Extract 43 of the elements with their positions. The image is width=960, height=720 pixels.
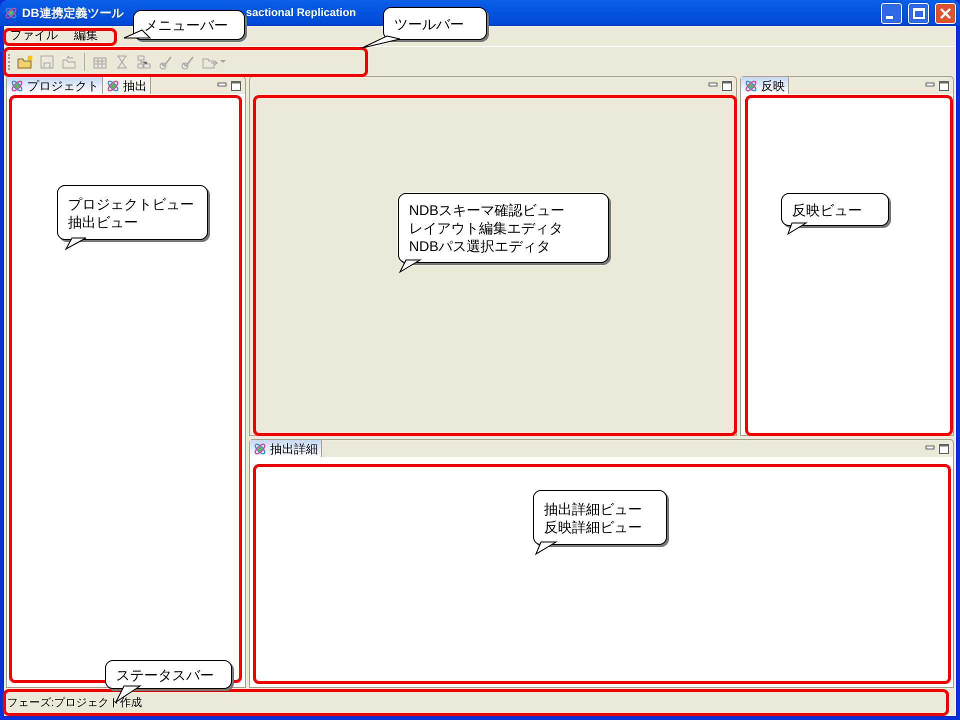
app-logo-icon: [4, 6, 18, 20]
atom-icon: [106, 78, 120, 92]
maximize-button[interactable]: [939, 444, 949, 454]
view-tab[interactable]: プロジェクト: [7, 77, 103, 94]
callout-text: 反映ビュー: [792, 200, 863, 218]
maximize-icon: [912, 8, 924, 18]
maximize-button[interactable]: [722, 81, 732, 91]
toolbar-separator: [84, 52, 85, 70]
folder-icon: [17, 54, 33, 70]
view-tab[interactable]: 抽出: [103, 77, 151, 94]
atom-icon: [253, 442, 267, 456]
window-title: DB連携定義ツール: [22, 5, 124, 22]
callout-text: NDBスキーマ確認ビュー: [409, 201, 566, 219]
status-text: フェーズ:プロジェクト作成: [7, 696, 142, 711]
atom-icon: [744, 78, 758, 92]
callout-text: メニューバー: [144, 16, 229, 34]
hierarchy-icon: [136, 54, 152, 70]
close-button[interactable]: [935, 2, 956, 24]
hourglass-icon: [114, 54, 130, 70]
folder-button[interactable]: [16, 54, 34, 70]
callout-text: プロジェクトビュー: [68, 194, 195, 212]
maximize-button[interactable]: [939, 81, 949, 91]
minimize-button[interactable]: [881, 2, 902, 24]
caret-icon: [220, 60, 226, 64]
view-tab[interactable]: 反映: [741, 77, 789, 94]
menu-item[interactable]: ファイル: [7, 26, 61, 44]
check-icon: [180, 54, 196, 70]
floppy-icon: [39, 54, 55, 70]
callout-text: レイアウト編集エディタ: [409, 219, 564, 237]
close-icon: [940, 8, 951, 18]
atom-icon: [10, 78, 24, 92]
callout-text: NDBパス選択エディタ: [409, 237, 552, 255]
callout-text: 抽出ビュー: [68, 212, 139, 230]
view-tab[interactable]: 抽出詳細: [250, 440, 322, 457]
folder-arrow-icon: [61, 54, 77, 70]
callout-text: 反映詳細ビュー: [544, 518, 643, 536]
window-title: sactional Replication: [246, 6, 356, 21]
check-icon: [158, 54, 174, 70]
callout-text: 抽出詳細ビュー: [544, 500, 643, 518]
callout-text: ステータスバー: [116, 666, 215, 684]
minimize-icon: [886, 16, 892, 18]
callout-text: ツールバー: [394, 14, 465, 32]
maximize-button[interactable]: [231, 81, 241, 91]
